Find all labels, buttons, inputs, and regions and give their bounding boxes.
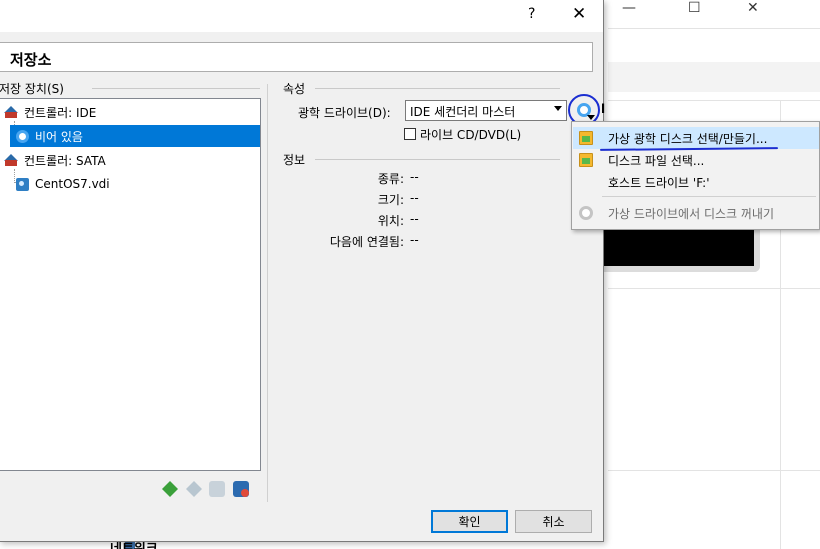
add-controller-icon[interactable] (162, 481, 178, 497)
tree-item-label: 비어 있음 (35, 129, 83, 144)
storage-devices-label: 저장 장치(S) (0, 82, 64, 96)
divider (315, 88, 560, 89)
page-header: 저장소 (0, 42, 593, 72)
divider (315, 159, 560, 160)
menu-item-remove-disk[interactable]: 가상 드라이브에서 디스크 꺼내기 (573, 202, 819, 224)
optical-drive-label: 광학 드라이브(D): (298, 106, 391, 120)
divider (608, 470, 820, 471)
controller-icon (4, 153, 18, 167)
close-button[interactable]: ✕ (572, 4, 586, 24)
menu-item-host-drive[interactable]: 호스트 드라이브 'F:' (573, 171, 819, 193)
live-cd-label: 라이브 CD/DVD(L) (420, 128, 522, 142)
folder-icon (579, 131, 593, 145)
optical-disc-icon (16, 129, 29, 143)
optical-disc-icon (577, 103, 595, 120)
divider (608, 28, 820, 29)
title-bar: ? ✕ (0, 0, 603, 32)
menu-separator (602, 196, 816, 197)
folder-icon (579, 153, 593, 167)
info-size-label: 크기: (377, 193, 404, 207)
tree-item-centos-vdi[interactable]: CentOS7.vdi (10, 173, 110, 195)
panel-divider (267, 84, 268, 502)
tree-item-controller-sata[interactable]: 컨트롤러: SATA (4, 149, 106, 171)
remove-attachment-icon[interactable] (233, 481, 249, 497)
divider (608, 288, 820, 289)
disc-remove-icon (579, 206, 593, 220)
menu-item-choose-disk-file[interactable]: 디스크 파일 선택... (573, 149, 819, 171)
close-button[interactable]: ✕ (747, 0, 759, 16)
menu-item-label: 가상 드라이브에서 디스크 꺼내기 (608, 206, 775, 221)
optical-drive-select[interactable]: IDE 세컨더리 마스터 (405, 100, 567, 121)
tree-item-controller-ide[interactable]: 컨트롤러: IDE (4, 101, 96, 123)
info-location-value: -- (410, 212, 419, 226)
live-cd-checkbox[interactable] (404, 128, 416, 140)
remove-controller-icon[interactable] (186, 481, 202, 497)
divider (608, 100, 820, 101)
tree-item-label: 컨트롤러: IDE (24, 105, 97, 120)
menu-item-label: 디스크 파일 선택... (608, 153, 705, 168)
attributes-section-label: 속성 (283, 82, 306, 96)
section-band (608, 62, 820, 92)
information-section-label: 정보 (283, 153, 306, 167)
storage-tree[interactable]: 컨트롤러: IDE 비어 있음 컨트롤러: SATA CentOS7.vdi (0, 98, 261, 471)
info-type-label: 종류: (377, 172, 404, 186)
info-location-label: 위치: (377, 214, 404, 228)
tree-item-empty-optical[interactable]: 비어 있음 (10, 125, 260, 147)
partial-text: l (601, 102, 606, 116)
cancel-button[interactable]: 취소 (515, 510, 592, 533)
chevron-down-icon (554, 106, 562, 111)
menu-item-label: 가상 광학 디스크 선택/만들기... (608, 131, 768, 146)
add-attachment-icon[interactable] (209, 481, 225, 497)
menu-item-choose-create-virtual-disk[interactable]: 가상 광학 디스크 선택/만들기... (573, 127, 819, 149)
storage-settings-dialog: ? ✕ 저장소 저장 장치(S) 컨트롤러: IDE 비어 있음 컨트롤러: S… (0, 0, 604, 542)
controller-icon (4, 105, 18, 119)
info-type-value: -- (410, 170, 419, 184)
divider (92, 88, 260, 89)
background-window: — ☐ ✕ (600, 0, 820, 549)
maximize-button[interactable]: ☐ (688, 0, 701, 16)
info-attached-value: -- (410, 233, 419, 247)
help-button[interactable]: ? (528, 6, 535, 22)
optical-drive-value: IDE 세컨더리 마스터 (410, 105, 516, 119)
minimize-button[interactable]: — (622, 0, 636, 16)
tree-item-label: 컨트롤러: SATA (24, 153, 106, 168)
info-attached-label: 다음에 연결됨: (329, 235, 404, 249)
disk-context-menu: 가상 광학 디스크 선택/만들기... 디스크 파일 선택... 호스트 드라이… (571, 121, 820, 230)
ok-button[interactable]: 확인 (431, 510, 508, 533)
menu-item-label: 호스트 드라이브 'F:' (608, 175, 710, 190)
hard-disk-icon (16, 177, 29, 191)
page-title: 저장소 (10, 51, 52, 69)
info-size-value: -- (410, 191, 419, 205)
tree-item-label: CentOS7.vdi (35, 177, 110, 191)
